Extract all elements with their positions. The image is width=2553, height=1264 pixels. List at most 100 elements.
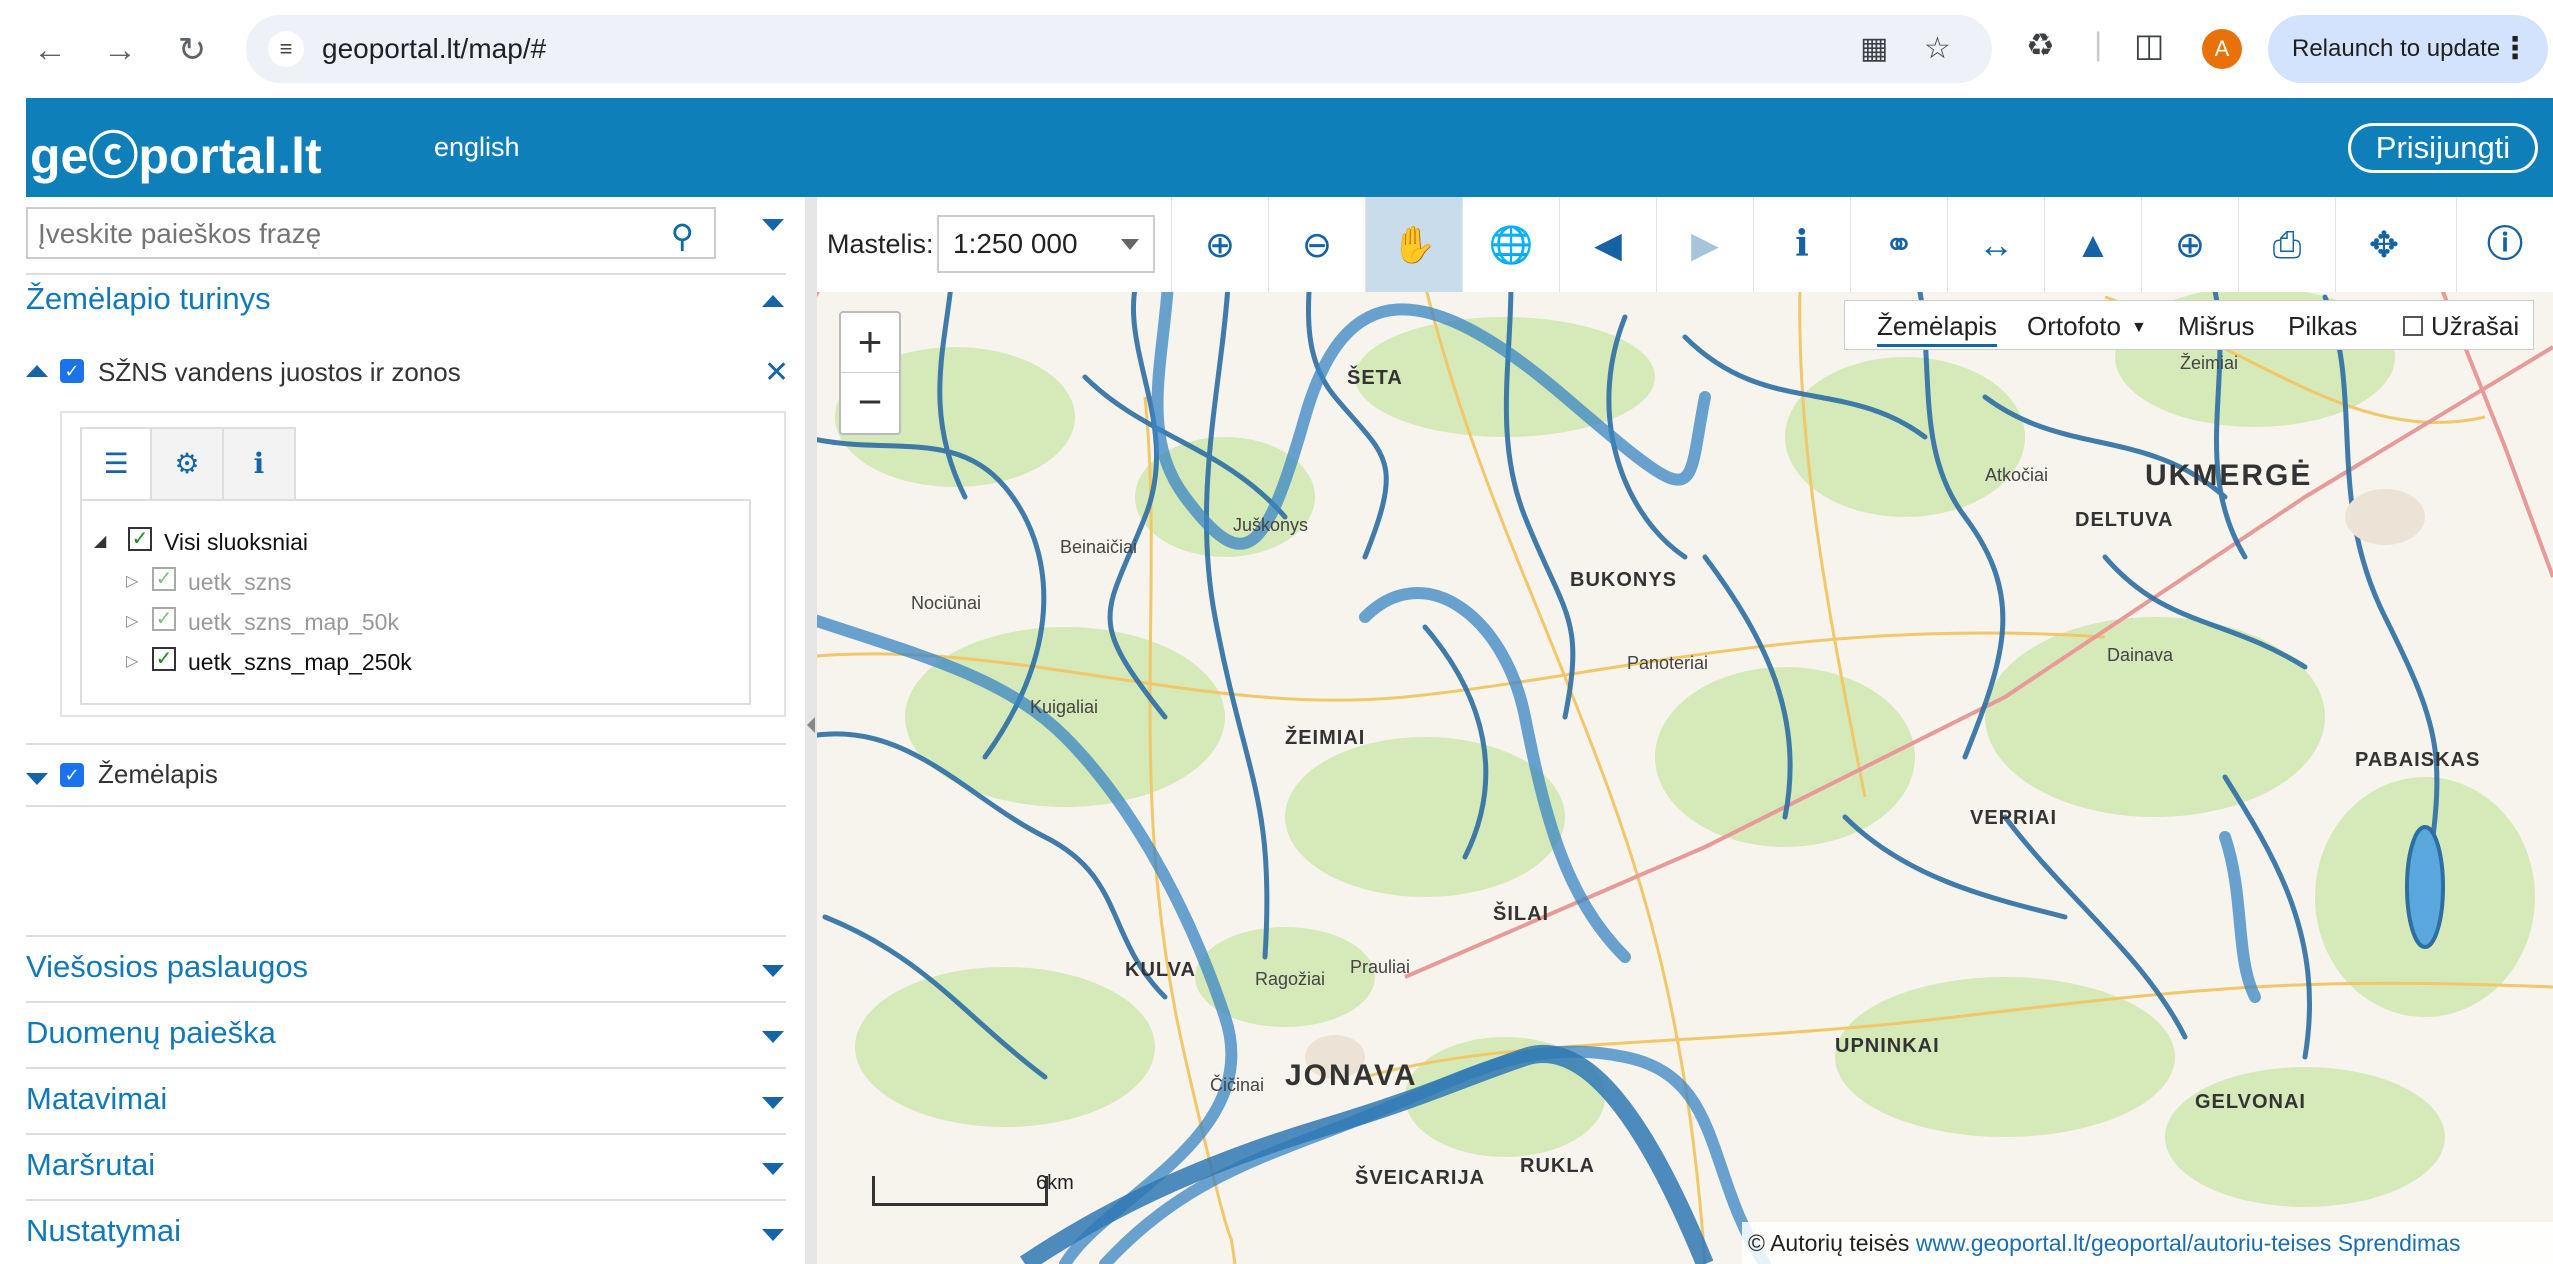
tree-item-label[interactable]: uetk_szns xyxy=(188,569,292,596)
site-settings-icon[interactable]: ≡ xyxy=(268,31,304,67)
reload-icon[interactable]: ↻ xyxy=(170,28,214,72)
expand-chevron-icon[interactable] xyxy=(762,1163,784,1175)
forward-icon[interactable]: → xyxy=(98,28,142,72)
map-label-ukmerge: UKMERGĖ xyxy=(2145,459,2313,492)
side-panel-icon[interactable]: ◫ xyxy=(2134,26,2164,64)
relaunch-button[interactable]: Relaunch to update ⋮ xyxy=(2268,15,2548,83)
help-info-icon[interactable]: ⓘ xyxy=(2456,197,2553,292)
expand-chevron-icon[interactable] xyxy=(762,1031,784,1043)
measure-distance-icon[interactable]: ↔ xyxy=(1947,197,2044,292)
attribution: © Autorių teisės www.geoportal.lt/geopor… xyxy=(1742,1222,2553,1264)
search-options-chevron-icon[interactable] xyxy=(762,219,784,231)
chevron-down-icon[interactable]: ▼ xyxy=(2131,319,2147,337)
notes-label[interactable]: Užrašai xyxy=(2431,311,2519,342)
attribution-link[interactable]: www.geoportal.lt/geoportal/autoriu-teise… xyxy=(1916,1230,2332,1256)
map-label-rukla: RUKLA xyxy=(1520,1155,1595,1177)
zoom-plus-button[interactable]: + xyxy=(841,313,899,373)
add-layer-icon[interactable]: ⊕ xyxy=(2141,197,2238,292)
print-icon[interactable]: ⎙ xyxy=(2238,197,2335,292)
tree-collapsed-icon[interactable]: ▷ xyxy=(126,651,138,671)
info-icon[interactable]: i xyxy=(224,427,296,501)
search-icon[interactable]: ⚲ xyxy=(671,217,694,255)
basemap-option-ortho[interactable]: Ortofoto xyxy=(2027,311,2121,342)
map-label-silai: ŠILAI xyxy=(1493,903,1550,925)
address-bar[interactable]: ≡ geoportal.lt/map/# ▦ ☆ xyxy=(246,15,1992,83)
app-header: geⓒportal.lt english Prisijungti xyxy=(26,98,2553,197)
basemap-option-grey[interactable]: Pilkas xyxy=(2288,311,2357,342)
map-label-sveicarija: ŠVEICARIJA xyxy=(1355,1167,1486,1189)
pan-hand-icon[interactable]: ✋ xyxy=(1365,197,1462,292)
base-layer-checkbox[interactable]: ✓ xyxy=(60,763,84,787)
map-label-bukonys: BUKONYS xyxy=(1570,569,1678,591)
locate-crosshair-icon[interactable]: ✥ xyxy=(2335,197,2432,292)
map-label-atkociai: Atkočiai xyxy=(1985,465,2049,485)
divider xyxy=(26,743,786,745)
full-extent-globe-icon[interactable]: 🌐 xyxy=(1462,197,1559,292)
tree-root-label[interactable]: Visi sluoksniai xyxy=(164,529,308,556)
tree-item-checkbox[interactable]: ✓ xyxy=(152,567,176,591)
tree-item-checkbox[interactable]: ✓ xyxy=(152,647,176,671)
legend-list-icon[interactable]: ☰ xyxy=(80,427,152,501)
layer-group-collapse-icon[interactable] xyxy=(26,365,48,377)
tree-collapsed-icon[interactable]: ▷ xyxy=(126,611,138,631)
map-toolbar: Mastelis: 1:250 000 ⊕ ⊖ ✋ 🌐 ◀ ▶ i ⚭ ↔ ▲ … xyxy=(817,197,2553,292)
basemap-option-mixed[interactable]: Mišrus xyxy=(2178,311,2255,342)
scale-select[interactable]: 1:250 000 xyxy=(937,215,1155,273)
layer-group-checkbox[interactable]: ✓ xyxy=(60,359,84,383)
notes-checkbox[interactable] xyxy=(2403,316,2423,336)
map-label-zeimiai: ŽEIMIAI xyxy=(1285,727,1366,749)
zoom-out-icon[interactable]: ⊖ xyxy=(1268,197,1365,292)
elevation-profile-icon[interactable]: ▲ xyxy=(2044,197,2141,292)
zoom-in-icon[interactable]: ⊕ xyxy=(1171,197,1268,292)
expand-chevron-icon[interactable] xyxy=(762,965,784,977)
map-label-dainava: Dainava xyxy=(2107,645,2174,665)
decision-link[interactable]: Sprendimas xyxy=(2338,1230,2461,1256)
sidebar-splitter[interactable] xyxy=(805,197,817,1264)
bookmark-star-icon[interactable]: ☆ xyxy=(1924,31,1951,66)
profile-avatar[interactable]: A xyxy=(2202,29,2242,69)
expand-chevron-icon[interactable] xyxy=(762,1229,784,1241)
extensions-icon[interactable]: ♻ xyxy=(2026,26,2055,64)
url-text[interactable]: geoportal.lt/map/# xyxy=(322,33,546,65)
map-canvas[interactable]: UKMERGĖ JONAVA DELTUVA BUKONYS ŽEIMIAI V… xyxy=(805,197,2553,1264)
tree-collapsed-icon[interactable]: ▷ xyxy=(126,571,138,591)
expand-chevron-icon[interactable] xyxy=(762,1097,784,1109)
tree-item-label[interactable]: uetk_szns_map_250k xyxy=(188,649,412,676)
menu-dots-icon[interactable]: ⋮ xyxy=(2500,15,2530,83)
identify-info-icon[interactable]: i xyxy=(1753,197,1850,292)
divider xyxy=(26,1199,786,1201)
section-settings[interactable]: Nustatymai xyxy=(26,1213,181,1249)
link-icon[interactable]: ⚭ xyxy=(1850,197,1947,292)
map-label-juskonys: Juškonys xyxy=(1233,515,1309,535)
login-button[interactable]: Prisijungti xyxy=(2348,123,2538,173)
translate-icon[interactable]: ▦ xyxy=(1860,31,1888,66)
basemap-option-map[interactable]: Žemėlapis xyxy=(1877,311,1997,347)
scale-value: 1:250 000 xyxy=(953,228,1078,259)
map-content-title[interactable]: Žemėlapio turinys xyxy=(26,281,271,317)
collapse-arrow-icon[interactable] xyxy=(807,717,815,733)
zoom-minus-button[interactable]: − xyxy=(841,373,899,433)
divider xyxy=(26,273,786,275)
layer-group-label: SŽNS vandens juostos ir zonos xyxy=(98,357,461,387)
map-label-upninkai: UPNINKAI xyxy=(1835,1035,1940,1057)
back-icon[interactable]: ← xyxy=(28,28,72,72)
base-layer-expand-icon[interactable] xyxy=(26,773,48,785)
settings-gears-icon[interactable]: ⚙ xyxy=(152,427,224,501)
tree-root-checkbox[interactable]: ✓ xyxy=(128,527,152,551)
section-public-services[interactable]: Viešosios paslaugos xyxy=(26,949,308,985)
chevron-down-icon xyxy=(1121,239,1139,250)
previous-extent-icon[interactable]: ◀ xyxy=(1559,197,1656,292)
remove-layer-icon[interactable]: ✕ xyxy=(764,355,789,390)
tree-item-checkbox[interactable]: ✓ xyxy=(152,607,176,631)
search-input[interactable] xyxy=(38,217,638,251)
section-measurements[interactable]: Matavimai xyxy=(26,1081,167,1117)
section-data-search[interactable]: Duomenų paieška xyxy=(26,1015,276,1051)
section-routes[interactable]: Maršrutai xyxy=(26,1147,155,1183)
divider xyxy=(26,1067,786,1069)
language-link[interactable]: english xyxy=(434,132,520,163)
geoportal-logo[interactable]: geⓒportal.lt xyxy=(30,116,322,188)
tree-item-label[interactable]: uetk_szns_map_50k xyxy=(188,609,399,636)
collapse-chevron-icon[interactable] xyxy=(762,295,784,307)
next-extent-icon[interactable]: ▶ xyxy=(1656,197,1753,292)
tree-expanded-icon[interactable]: ◢ xyxy=(94,531,106,551)
